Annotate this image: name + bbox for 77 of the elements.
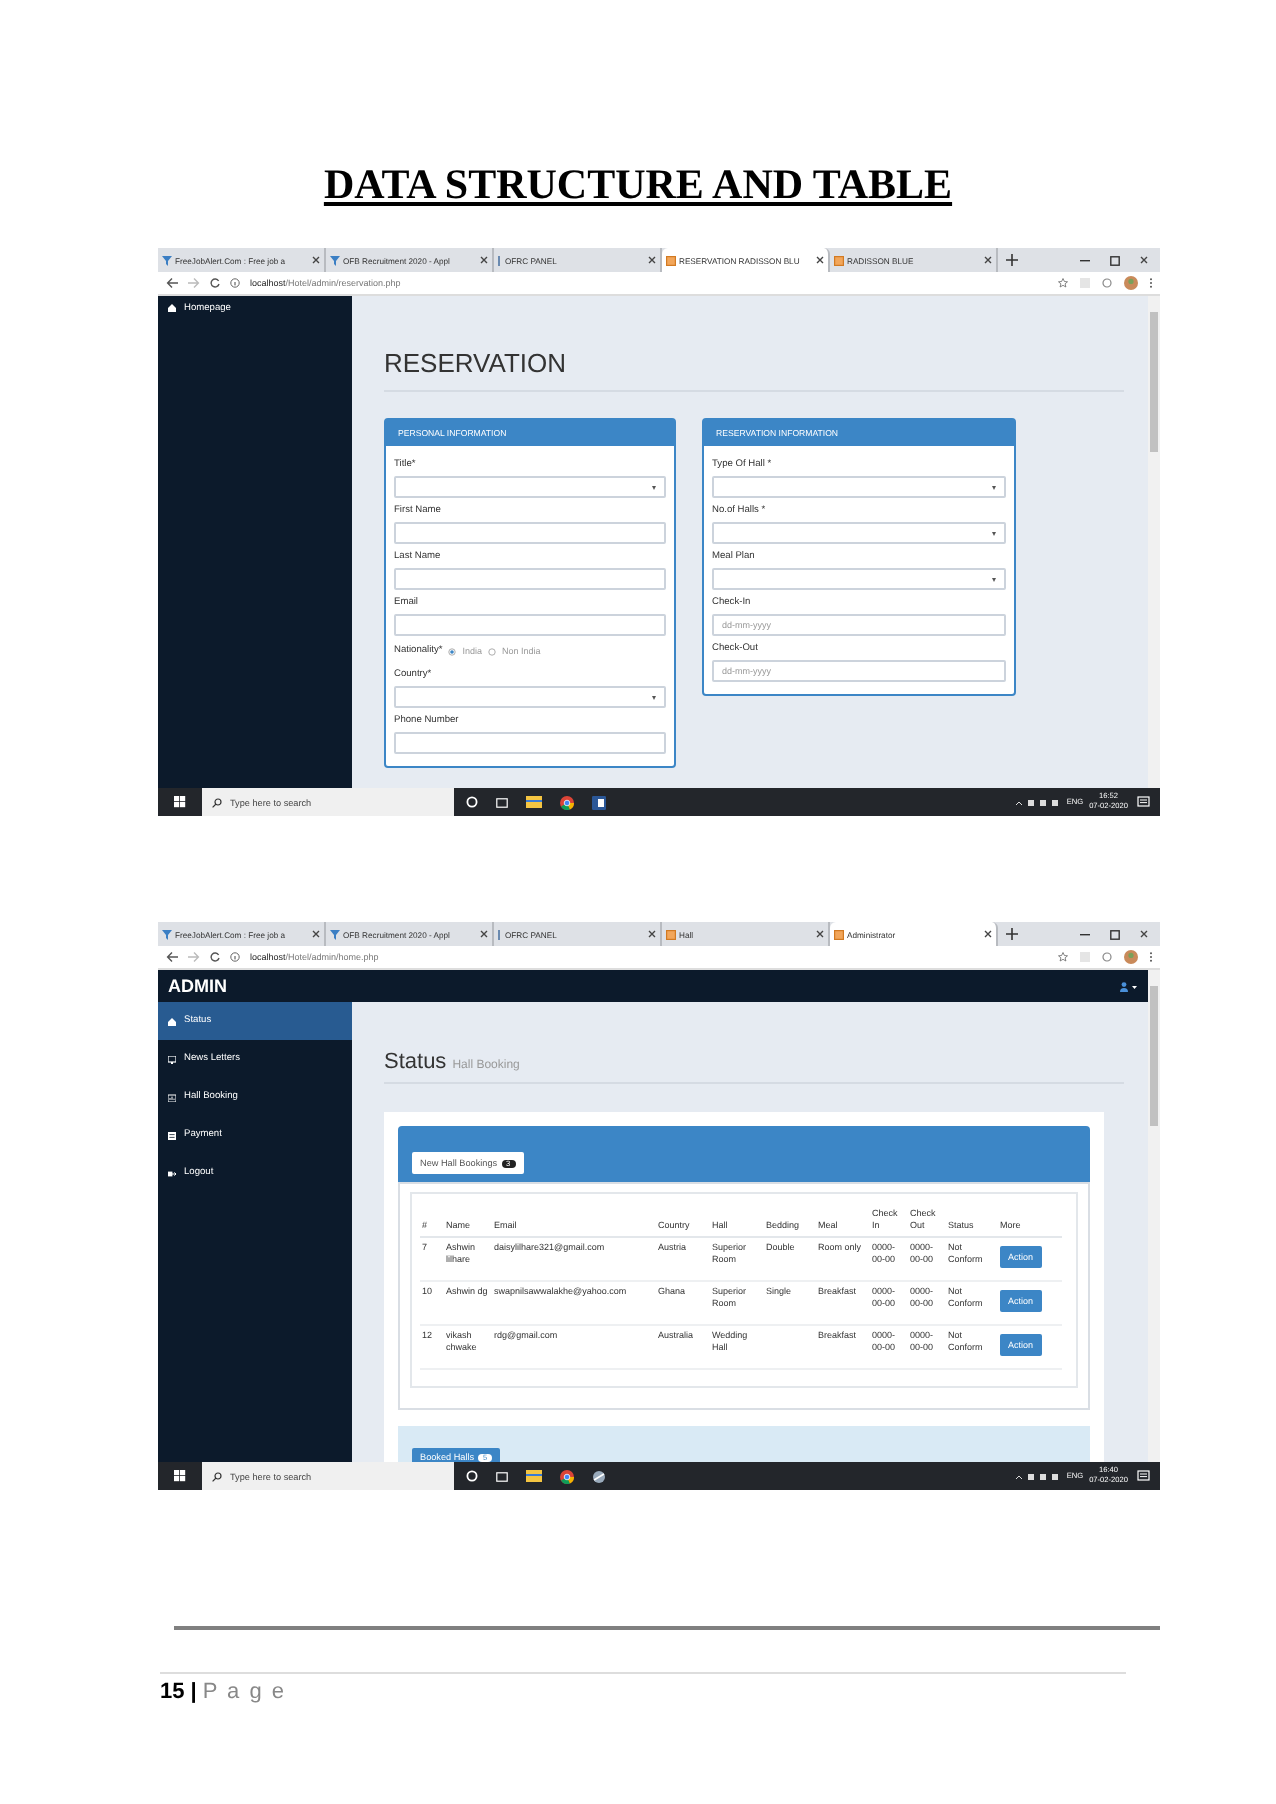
document-icon[interactable] bbox=[592, 795, 606, 809]
close-icon[interactable] bbox=[984, 930, 992, 938]
page-number: 15 bbox=[160, 1680, 185, 1704]
close-icon[interactable] bbox=[816, 256, 824, 264]
page-label: P a g e bbox=[202, 1680, 286, 1704]
app-icon[interactable] bbox=[592, 1469, 606, 1483]
separator: | bbox=[190, 1680, 197, 1704]
chart-icon bbox=[168, 1093, 176, 1101]
back-arrow-icon[interactable] bbox=[166, 278, 178, 288]
scrollbar[interactable] bbox=[1148, 970, 1160, 1462]
home-icon bbox=[168, 1017, 176, 1025]
plus-icon[interactable] bbox=[1006, 928, 1018, 940]
close-icon[interactable] bbox=[816, 930, 824, 938]
ring-icon[interactable] bbox=[466, 796, 478, 808]
minimize-icon[interactable] bbox=[1080, 259, 1090, 261]
notification-icon[interactable] bbox=[1134, 795, 1152, 809]
input-field[interactable] bbox=[394, 568, 666, 590]
home-icon bbox=[168, 304, 176, 312]
user-icon[interactable] bbox=[1120, 981, 1138, 991]
caret-icon bbox=[652, 695, 656, 699]
ring-icon[interactable] bbox=[466, 1470, 478, 1482]
caret-icon bbox=[992, 531, 996, 535]
caret-icon bbox=[992, 485, 996, 489]
minimize-icon[interactable] bbox=[1080, 933, 1090, 935]
folder-icon[interactable] bbox=[526, 1470, 542, 1482]
info-icon bbox=[230, 952, 240, 962]
square-icon bbox=[666, 929, 676, 939]
back-arrow-icon[interactable] bbox=[166, 952, 178, 962]
page-heading: DATA STRUCTURE AND TABLE bbox=[323, 160, 953, 210]
caret-icon bbox=[652, 485, 656, 489]
chrome-icon[interactable] bbox=[560, 1469, 574, 1483]
input-field[interactable] bbox=[394, 522, 666, 544]
close-window-icon[interactable] bbox=[1140, 930, 1148, 938]
close-icon[interactable] bbox=[312, 930, 320, 938]
avatar-icon[interactable] bbox=[1124, 276, 1138, 290]
close-icon[interactable] bbox=[480, 256, 488, 264]
search-icon bbox=[212, 797, 222, 807]
input-field[interactable] bbox=[394, 614, 666, 636]
close-icon[interactable] bbox=[312, 256, 320, 264]
square-icon bbox=[666, 255, 676, 265]
chrome-icon[interactable] bbox=[560, 795, 574, 809]
maximize-icon[interactable] bbox=[1110, 255, 1120, 265]
brand-title[interactable]: ADMIN bbox=[168, 976, 227, 996]
list-icon bbox=[168, 1131, 176, 1139]
funnel-icon bbox=[330, 929, 340, 939]
caret-icon bbox=[992, 577, 996, 581]
notification-icon[interactable] bbox=[1134, 1469, 1152, 1483]
avatar-icon[interactable] bbox=[1124, 950, 1138, 964]
funnel-icon bbox=[162, 929, 172, 939]
close-icon[interactable] bbox=[480, 930, 488, 938]
page-title: Status bbox=[384, 1050, 447, 1074]
close-window-icon[interactable] bbox=[1140, 256, 1148, 264]
funnel-icon bbox=[330, 255, 340, 265]
info-icon bbox=[230, 278, 240, 288]
page-title: RESERVATION bbox=[384, 348, 1124, 392]
close-icon[interactable] bbox=[984, 256, 992, 264]
maximize-icon[interactable] bbox=[1110, 929, 1120, 939]
square-icon bbox=[834, 255, 844, 265]
star-icon[interactable] bbox=[1058, 278, 1068, 288]
task-view-icon[interactable] bbox=[496, 797, 508, 807]
square-icon bbox=[834, 929, 844, 939]
scrollbar[interactable] bbox=[1148, 296, 1160, 788]
radio-button[interactable] bbox=[448, 647, 457, 655]
radio-button[interactable] bbox=[488, 647, 497, 655]
exit-icon bbox=[168, 1169, 176, 1177]
task-view-icon[interactable] bbox=[496, 1471, 508, 1481]
monitor-icon bbox=[168, 1055, 176, 1063]
plus-icon[interactable] bbox=[1006, 254, 1018, 266]
funnel-icon bbox=[162, 255, 172, 265]
close-icon[interactable] bbox=[648, 256, 656, 264]
reload-icon[interactable] bbox=[210, 952, 220, 962]
star-icon[interactable] bbox=[1058, 952, 1068, 962]
folder-icon[interactable] bbox=[526, 796, 542, 808]
search-icon bbox=[212, 1471, 222, 1481]
close-icon[interactable] bbox=[648, 930, 656, 938]
input-field[interactable] bbox=[394, 732, 666, 754]
reload-icon[interactable] bbox=[210, 278, 220, 288]
